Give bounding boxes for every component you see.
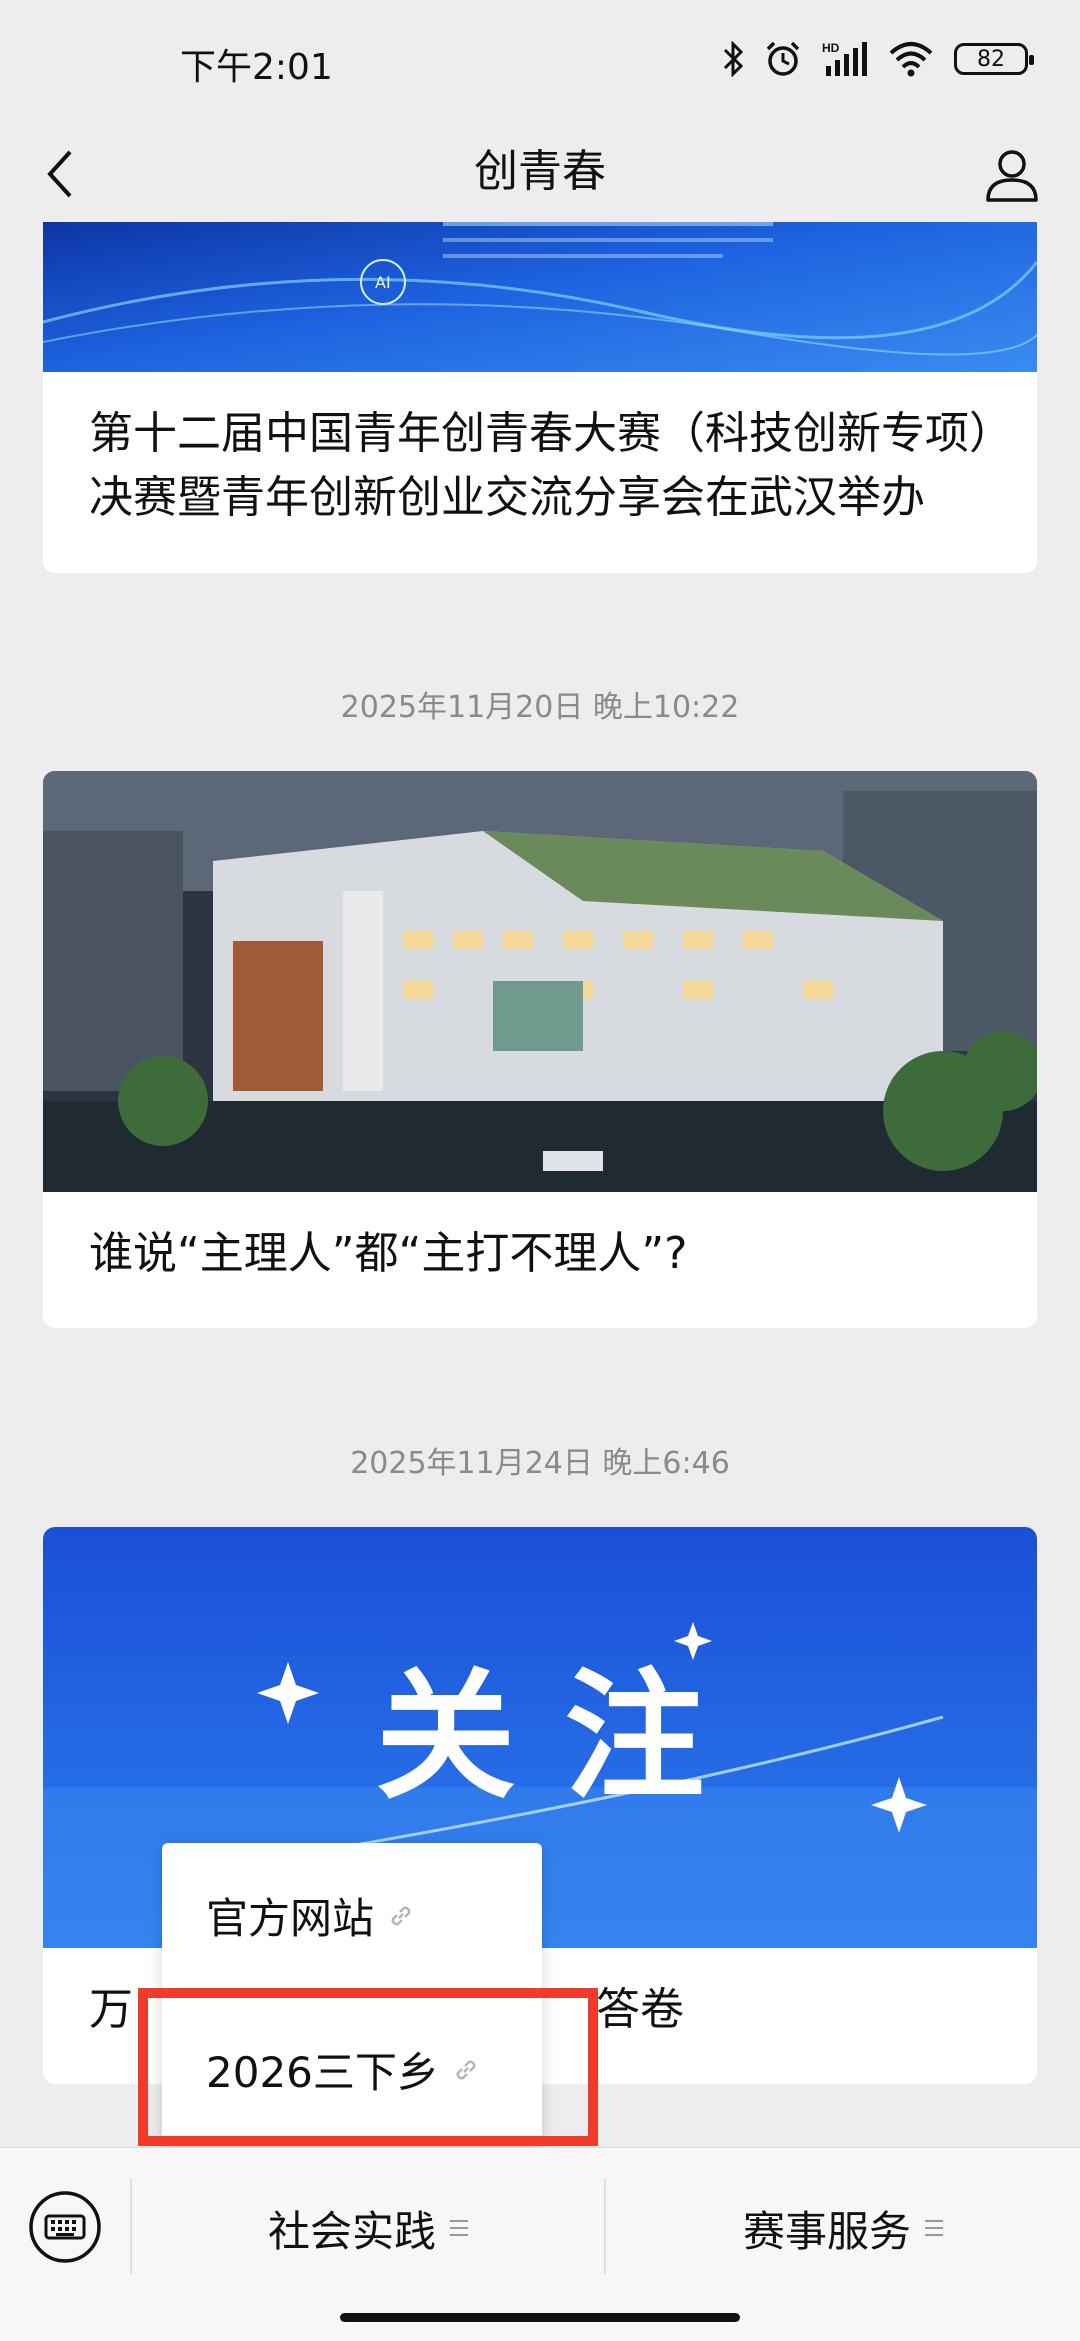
- battery-level: 82: [977, 46, 1005, 72]
- back-button[interactable]: [40, 146, 80, 202]
- link-icon: [391, 1906, 411, 1925]
- article-cover-image: [43, 771, 1037, 1192]
- menu-item-official-website[interactable]: 官方网站: [206, 1885, 414, 1946]
- wifi-icon: [889, 42, 933, 77]
- message-timestamp: 2025年11月20日 晚上10:22: [340, 690, 740, 725]
- keyboard-icon: [29, 2191, 101, 2263]
- title-bar: 创青春: [0, 122, 1080, 222]
- status-time: 下午2:01: [180, 47, 333, 88]
- keyboard-toggle-button[interactable]: [28, 2190, 102, 2264]
- status-icons: HD 82: [722, 40, 1034, 78]
- article-card[interactable]: AI 第十二届中国青年创青春大赛（科技创新专项） 决赛暨青年创新创业交流分享会在…: [43, 222, 1037, 573]
- article-banner-image: AI: [43, 222, 1037, 372]
- banner-headline: 关 注: [376, 1656, 705, 1819]
- page-title: 创青春: [474, 146, 606, 197]
- article-title-line: 第十二届中国青年创青春大赛（科技创新专项）: [89, 408, 1013, 459]
- bluetooth-icon: [723, 41, 744, 77]
- message-timestamp: 2025年11月24日 晚上6:46: [350, 1446, 730, 1481]
- status-bar: 下午2:01 HD 82: [0, 0, 1080, 122]
- profile-button[interactable]: [982, 144, 1042, 204]
- alarm-icon: [766, 41, 800, 76]
- menu-lines-icon: [925, 2220, 943, 2236]
- article-title-start: 万: [89, 1984, 133, 2035]
- menu-competition-service[interactable]: 赛事服务: [606, 2148, 1080, 2308]
- article-card[interactable]: 谁说“主理人”都“主打不理人”?: [43, 771, 1037, 1328]
- article-title-line: 决赛暨青年创新创业交流分享会在武汉举办: [89, 472, 925, 523]
- bottom-menu-bar: 社会实践 赛事服务: [0, 2147, 1080, 2341]
- menu-item-label: 官方网站: [206, 1894, 375, 1943]
- network-badge: HD: [822, 41, 840, 55]
- article-title-end: 答卷: [596, 1984, 684, 2035]
- signal-icon: HD: [822, 41, 867, 76]
- menu-lines-icon: [450, 2220, 468, 2236]
- home-indicator[interactable]: [340, 2313, 740, 2322]
- menu-item-label: 社会实践: [267, 2206, 436, 2256]
- chevron-left-icon: [47, 150, 72, 198]
- battery-icon: 82: [954, 43, 1034, 75]
- menu-item-label: 赛事服务: [742, 2206, 911, 2256]
- person-icon: [986, 150, 1038, 202]
- highlight-annotation-box: [138, 1988, 598, 2146]
- menu-social-practice[interactable]: 社会实践: [132, 2148, 604, 2308]
- banner-ai-text: AI: [375, 273, 391, 292]
- article-title: 第十二届中国青年创青春大赛（科技创新专项） 决赛暨青年创新创业交流分享会在武汉举…: [89, 402, 1013, 530]
- article-title: 谁说“主理人”都“主打不理人”?: [89, 1228, 688, 1279]
